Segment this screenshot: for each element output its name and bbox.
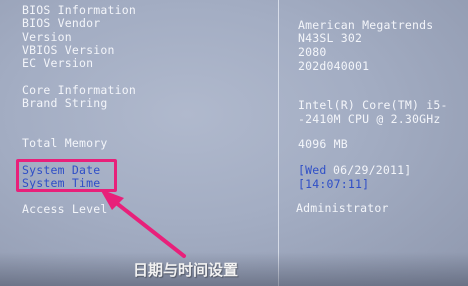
annotation-caption: 日期与时间设置 — [133, 261, 239, 279]
annotation-arrow-icon — [100, 189, 186, 258]
